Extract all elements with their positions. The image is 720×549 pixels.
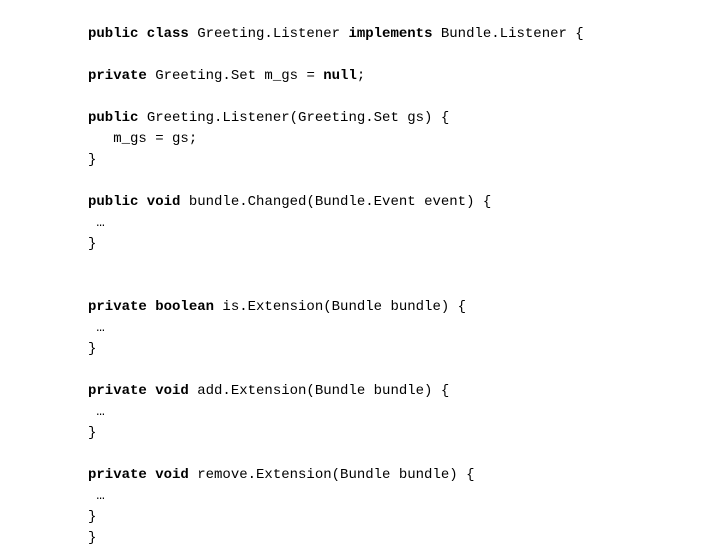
keyword-text: public — [88, 110, 147, 126]
code-text: } — [88, 236, 96, 252]
code-line: m_gs = gs; — [88, 129, 720, 150]
code-text: is.Extension(Bundle bundle) { — [222, 299, 466, 315]
blank-line — [88, 360, 720, 381]
code-line: public void bundle.Changed(Bundle.Event … — [88, 192, 720, 213]
code-text: bundle.Changed(Bundle.Event event) { — [189, 194, 491, 210]
keyword-text: implements — [348, 26, 440, 42]
code-text: } — [88, 152, 96, 168]
keyword-text: private — [88, 68, 155, 84]
keyword-text: private void — [88, 383, 197, 399]
code-line: private void remove.Extension(Bundle bun… — [88, 465, 720, 486]
code-text: Greeting.Listener(Greeting.Set gs) { — [147, 110, 449, 126]
keyword-text: null — [323, 68, 357, 84]
code-line: } — [88, 234, 720, 255]
code-line: private Greeting.Set m_gs = null; — [88, 66, 720, 87]
blank-line — [88, 276, 720, 297]
code-block: public class Greeting.Listener implement… — [88, 24, 720, 549]
code-line: … — [88, 213, 720, 234]
code-line: public class Greeting.Listener implement… — [88, 24, 720, 45]
code-text: ; — [357, 68, 365, 84]
code-text: Bundle.Listener { — [441, 26, 584, 42]
code-text: … — [88, 404, 105, 420]
code-text: } — [88, 509, 96, 525]
code-text: add.Extension(Bundle bundle) { — [197, 383, 449, 399]
code-line: } — [88, 150, 720, 171]
blank-line — [88, 45, 720, 66]
code-line: private void add.Extension(Bundle bundle… — [88, 381, 720, 402]
code-text: Greeting.Set m_gs = — [155, 68, 323, 84]
keyword-text: public class — [88, 26, 197, 42]
code-line: … — [88, 486, 720, 507]
code-text: remove.Extension(Bundle bundle) { — [197, 467, 474, 483]
code-text: } — [88, 530, 96, 546]
code-line: } — [88, 528, 720, 549]
blank-line — [88, 255, 720, 276]
blank-line — [88, 444, 720, 465]
code-text: } — [88, 341, 96, 357]
code-line: public Greeting.Listener(Greeting.Set gs… — [88, 108, 720, 129]
code-text: } — [88, 425, 96, 441]
code-line: } — [88, 339, 720, 360]
code-line: private boolean is.Extension(Bundle bund… — [88, 297, 720, 318]
code-line: } — [88, 423, 720, 444]
keyword-text: public void — [88, 194, 189, 210]
code-text: … — [88, 488, 105, 504]
code-text: Greeting.Listener — [197, 26, 348, 42]
code-text: … — [88, 215, 105, 231]
keyword-text: private void — [88, 467, 197, 483]
code-line: … — [88, 402, 720, 423]
code-line: } — [88, 507, 720, 528]
code-line: … — [88, 318, 720, 339]
code-text: m_gs = gs; — [88, 131, 197, 147]
blank-line — [88, 87, 720, 108]
code-text: … — [88, 320, 105, 336]
keyword-text: private boolean — [88, 299, 222, 315]
blank-line — [88, 171, 720, 192]
